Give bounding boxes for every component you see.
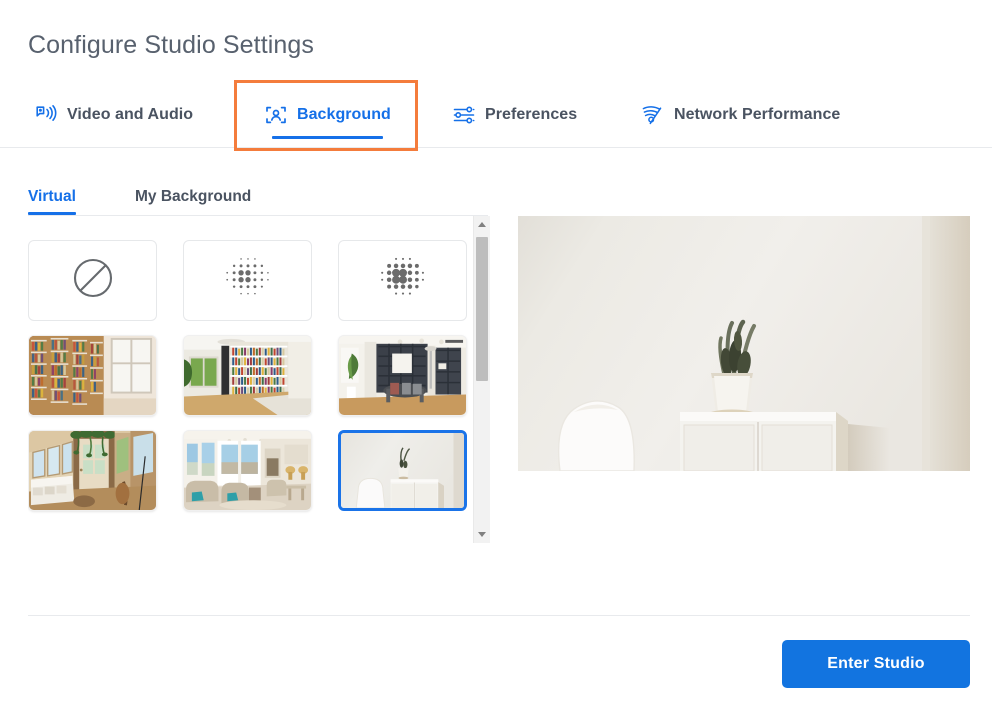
- background-grid-scrollbar[interactable]: [473, 216, 490, 543]
- primary-tabbar: Video and Audio Background Preferences N…: [0, 82, 992, 148]
- tab-label: Background: [297, 106, 391, 123]
- tab-background[interactable]: Background: [252, 82, 403, 148]
- subtab-my-background[interactable]: My Background: [135, 178, 251, 215]
- background-option-living-room[interactable]: [183, 430, 312, 511]
- thumbnail-image: [339, 336, 466, 415]
- page-title: Configure Studio Settings: [28, 30, 315, 59]
- person-frame-icon: [264, 103, 288, 127]
- tab-video-and-audio[interactable]: Video and Audio: [22, 82, 205, 148]
- scrollbar-up-button[interactable]: [474, 216, 490, 233]
- tab-preferences[interactable]: Preferences: [440, 82, 589, 148]
- background-option-blur-light[interactable]: [183, 240, 312, 321]
- tab-label: Network Performance: [674, 106, 841, 123]
- tab-label: Preferences: [485, 106, 578, 123]
- background-option-attic-plants[interactable]: [28, 430, 157, 511]
- thumbnail-image: [184, 431, 311, 510]
- scrollbar-thumb[interactable]: [476, 237, 488, 381]
- sliders-icon: [452, 103, 476, 127]
- footer-divider: [28, 615, 970, 616]
- background-option-blur-strong[interactable]: [338, 240, 467, 321]
- background-option-library-green[interactable]: [183, 335, 312, 416]
- background-grid-viewport: [28, 240, 471, 543]
- thumbnail-image: [184, 336, 311, 415]
- preview-image: [518, 216, 970, 471]
- enter-studio-button[interactable]: Enter Studio: [782, 640, 970, 688]
- blur-strong-icon: [377, 252, 429, 309]
- tab-network-performance[interactable]: Network Performance: [629, 82, 852, 148]
- chevron-up-icon: [478, 222, 486, 227]
- camera-audio-icon: [34, 103, 58, 127]
- blur-light-icon: [222, 252, 274, 309]
- subtab-virtual[interactable]: Virtual: [28, 178, 76, 215]
- thumbnail-image: [29, 431, 156, 510]
- background-option-library-window[interactable]: [28, 335, 157, 416]
- background-grid: [28, 240, 471, 511]
- background-subtabs: Virtual My Background: [28, 178, 488, 216]
- background-option-none[interactable]: [28, 240, 157, 321]
- tab-label: Video and Audio: [67, 106, 194, 123]
- thumbnail-image: [29, 336, 156, 415]
- thumbnail-image: [341, 433, 464, 508]
- background-option-office-dark-shelf[interactable]: [338, 335, 467, 416]
- wifi-icon: [641, 103, 665, 127]
- active-tab-underline: [272, 136, 383, 139]
- background-option-minimal-cabinet[interactable]: [338, 430, 467, 511]
- background-preview: [518, 216, 970, 471]
- chevron-down-icon: [478, 532, 486, 537]
- no-background-icon: [69, 254, 117, 307]
- scrollbar-down-button[interactable]: [474, 526, 490, 543]
